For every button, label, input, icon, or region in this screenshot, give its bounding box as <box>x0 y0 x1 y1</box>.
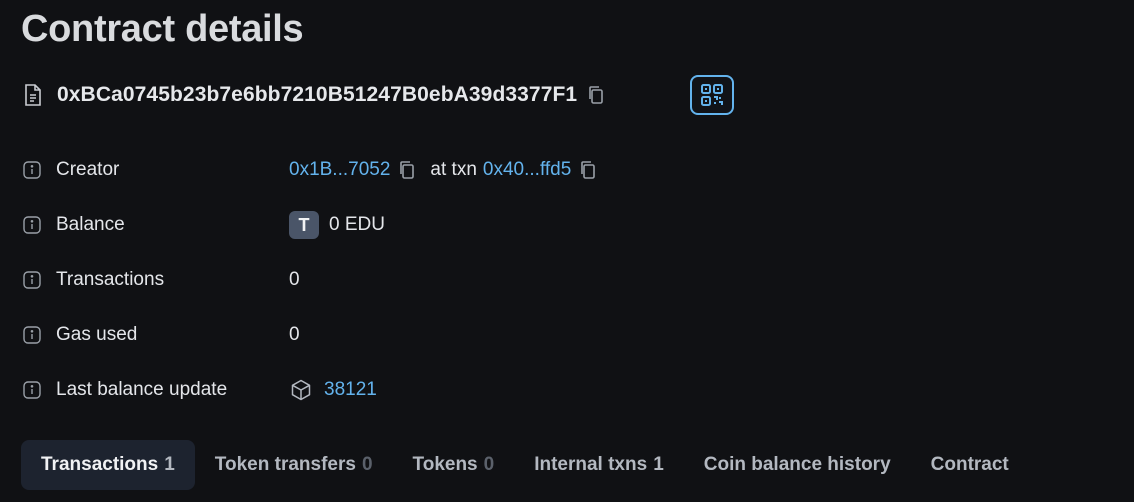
info-icon[interactable] <box>22 270 42 290</box>
info-icon[interactable] <box>22 160 42 180</box>
token-icon: T <box>289 211 319 239</box>
creator-address-link[interactable]: 0x1B...7052 <box>289 159 390 181</box>
contract-address: 0xBCa0745b23b7e6bb7210B51247B0ebA39d3377… <box>57 83 578 106</box>
balance-label: Balance <box>56 214 125 235</box>
transactions-value: 0 <box>289 269 300 290</box>
qr-code-button[interactable] <box>690 75 734 115</box>
tab-label: Token transfers <box>214 454 356 475</box>
at-txn-text: at txn <box>430 159 477 180</box>
tab-label: Coin balance history <box>703 454 891 475</box>
creator-row: Creator 0x1B...7052 at txn 0x40...ffd5 <box>22 155 597 185</box>
balance-row: Balance T 0 EDU <box>22 210 385 240</box>
creator-label: Creator <box>56 159 120 180</box>
tab-label: Tokens <box>412 454 478 475</box>
document-icon <box>22 83 44 107</box>
tab-label: Transactions <box>41 454 159 475</box>
copy-address-icon[interactable] <box>587 85 605 105</box>
page-title: Contract details <box>21 8 304 50</box>
qr-code-icon <box>700 83 724 107</box>
info-icon[interactable] <box>22 215 42 235</box>
tab-count: 0 <box>483 454 495 475</box>
tab-tokens[interactable]: Tokens 0 <box>393 440 515 490</box>
tab-coin-balance-history[interactable]: Coin balance history <box>684 440 911 490</box>
gas-used-row: Gas used 0 <box>22 320 300 350</box>
transactions-label: Transactions <box>56 269 165 290</box>
tab-label: Contract <box>930 454 1009 475</box>
info-icon[interactable] <box>22 325 42 345</box>
transactions-row: Transactions 0 <box>22 265 300 295</box>
creation-txn-link[interactable]: 0x40...ffd5 <box>483 159 571 181</box>
tab-count: 1 <box>653 454 664 475</box>
tab-internal-txns[interactable]: Internal txns 1 <box>514 440 684 490</box>
balance-value: 0 EDU <box>329 214 385 235</box>
copy-txn-icon[interactable] <box>579 160 597 180</box>
last-balance-update-label: Last balance update <box>56 379 228 400</box>
tab-token-transfers[interactable]: Token transfers 0 <box>195 440 393 490</box>
block-icon <box>289 378 313 402</box>
tab-label: Internal txns <box>534 454 648 475</box>
last-balance-update-row: Last balance update 38121 <box>22 375 377 405</box>
copy-creator-icon[interactable] <box>398 160 416 180</box>
tab-transactions[interactable]: Transactions 1 <box>21 440 195 490</box>
gas-used-label: Gas used <box>56 324 138 345</box>
tab-count: 0 <box>361 454 373 475</box>
tab-count: 1 <box>164 454 175 475</box>
tabs-bar: Transactions 1 Token transfers 0 Tokens … <box>21 440 1029 490</box>
tab-contract[interactable]: Contract <box>911 440 1029 490</box>
gas-used-value: 0 <box>289 324 300 345</box>
block-number-link[interactable]: 38121 <box>324 379 377 401</box>
contract-address-row: 0xBCa0745b23b7e6bb7210B51247B0ebA39d3377… <box>22 73 605 117</box>
info-icon[interactable] <box>22 380 42 400</box>
